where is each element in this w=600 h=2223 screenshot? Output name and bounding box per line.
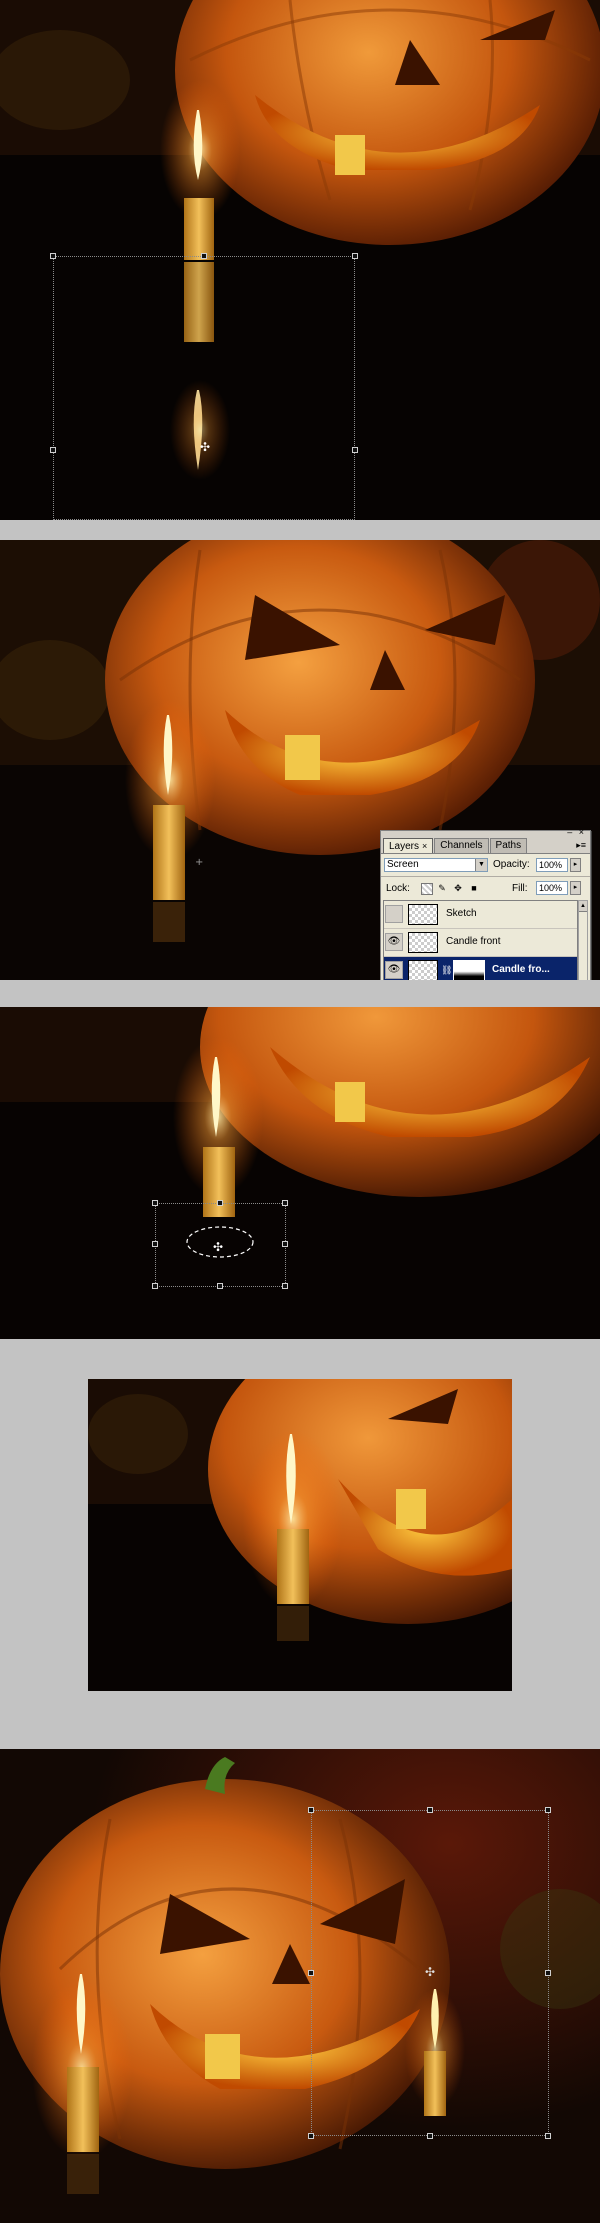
layer-row-candle-front-copy[interactable]: 👁 ⛓ Candle fro... (384, 957, 577, 980)
lock-position-icon[interactable]: ✥ (453, 883, 463, 893)
transform-handle-bottom-center[interactable] (217, 1283, 223, 1289)
step1-canvas: ✣ (0, 0, 600, 520)
opacity-input[interactable]: 100% (536, 858, 568, 872)
layer-mask-thumbnail[interactable] (453, 960, 485, 980)
panel-window-buttons[interactable]: – × (567, 827, 586, 837)
step5-canvas: ✣ (0, 1749, 600, 2223)
transform-handle-top-left[interactable] (50, 253, 56, 259)
eye-icon[interactable]: 👁 (385, 933, 403, 951)
svg-text:+: + (195, 857, 203, 868)
tab-layers[interactable]: Layers × (383, 838, 434, 853)
transform-handle-top-center[interactable] (217, 1200, 223, 1206)
transform-handle-mid-right[interactable] (352, 447, 358, 453)
panel-menu-icon[interactable]: ▸≡ (576, 840, 586, 851)
lock-image-icon[interactable]: ✎ (437, 883, 447, 893)
step4-artwork (88, 1379, 512, 1691)
step4-result (0, 1339, 600, 1744)
transform-handle-top-left[interactable] (308, 1807, 314, 1813)
layers-panel: – × Layers × Channels Paths ▸≡ Screen ▼ Op… (380, 827, 591, 980)
transform-handle-top-right[interactable] (352, 253, 358, 259)
transform-handle-mid-left[interactable] (152, 1241, 158, 1247)
layer-thumbnail (408, 932, 438, 953)
transform-handle-bottom-right[interactable] (545, 2133, 551, 2139)
layer-thumbnail (408, 904, 438, 925)
fill-slider-button[interactable]: ▸ (570, 881, 581, 895)
tab-paths[interactable]: Paths (489, 838, 528, 853)
fill-input[interactable]: 100% (536, 881, 568, 895)
transform-bounding-box[interactable] (53, 256, 355, 520)
blend-mode-select[interactable]: Screen ▼ (384, 858, 488, 872)
layer-list-scrollbar[interactable]: ▲ ▼ (578, 900, 588, 980)
layer-row-sketch[interactable]: Sketch (384, 901, 577, 929)
transform-handle-bottom-left[interactable] (152, 1283, 158, 1289)
opacity-label: Opacity: (493, 859, 530, 870)
layer-name: Sketch (446, 908, 477, 919)
eye-icon[interactable]: 👁 (385, 961, 403, 979)
transform-handle-mid-left[interactable] (308, 1970, 314, 1976)
chain-link-icon[interactable]: ⛓ (441, 965, 452, 976)
layer-thumbnail (408, 960, 438, 980)
transform-handle-top-right[interactable] (282, 1200, 288, 1206)
close-icon[interactable]: × (422, 841, 427, 851)
opacity-slider-button[interactable]: ▸ (570, 858, 581, 872)
visibility-toggle-empty[interactable] (385, 905, 403, 923)
transform-handle-bottom-right[interactable] (282, 1283, 288, 1289)
scroll-up-icon[interactable]: ▲ (579, 901, 587, 912)
layer-row-candle-front[interactable]: 👁 Candle front (384, 929, 577, 957)
step3-artwork (0, 1007, 600, 1339)
transform-handle-mid-right[interactable] (545, 1970, 551, 1976)
transform-handle-mid-left[interactable] (50, 447, 56, 453)
fill-label: Fill: (512, 883, 528, 894)
transform-handle-bottom-left[interactable] (308, 2133, 314, 2139)
chevron-down-icon: ▼ (475, 859, 487, 871)
transform-center-icon[interactable]: ✣ (213, 1240, 223, 1254)
lock-label: Lock: (386, 883, 410, 894)
transform-center-icon[interactable]: ✣ (425, 1965, 435, 1979)
layer-list: Sketch 👁 Candle front 👁 ⛓ Candle fro... (383, 900, 578, 980)
step3-canvas: ✣ (0, 1007, 600, 1339)
transform-handle-top-right[interactable] (545, 1807, 551, 1813)
lock-transparency-icon[interactable] (421, 883, 433, 895)
layer-name: Candle fro... (492, 964, 550, 975)
transform-center-icon[interactable]: ✣ (200, 440, 210, 454)
transform-handle-top-center[interactable] (201, 253, 207, 259)
result-image (88, 1379, 512, 1691)
panel-tabs: Layers × Channels Paths (383, 838, 528, 853)
lock-all-icon[interactable]: ■ (469, 883, 479, 893)
step2-canvas: + – × Layers × Channels Paths ▸≡ Screen ▼ … (0, 540, 600, 980)
transform-handle-bottom-center[interactable] (427, 2133, 433, 2139)
transform-handle-top-left[interactable] (152, 1200, 158, 1206)
transform-handle-mid-right[interactable] (282, 1241, 288, 1247)
layer-name: Candle front (446, 936, 501, 947)
transform-handle-top-center[interactable] (427, 1807, 433, 1813)
tab-channels[interactable]: Channels (434, 838, 489, 853)
